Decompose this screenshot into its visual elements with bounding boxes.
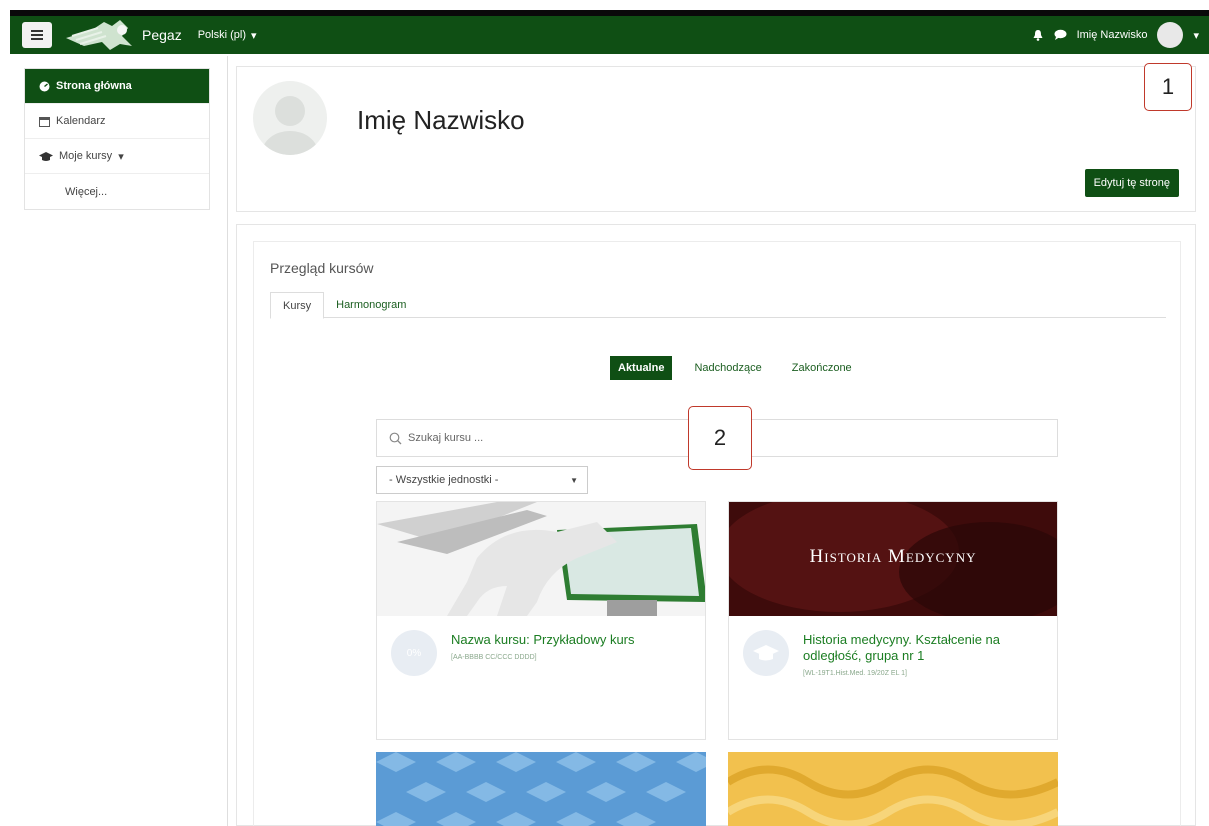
course-image-yellow-pattern[interactable] (728, 752, 1058, 826)
page-title: Imię Nazwisko (357, 105, 525, 135)
course-icon-circle (743, 630, 789, 676)
course-card-body: 0% Nazwa kursu: Przykładowy kurs [AA-BBB… (377, 616, 705, 739)
graduation-cap-icon (39, 151, 53, 161)
sidebar-item-label: Moje kursy (59, 150, 113, 162)
filter-future[interactable]: Nadchodzące (686, 356, 769, 380)
sidebar-item-more[interactable]: Więcej... (25, 174, 209, 209)
filter-past[interactable]: Zakończone (784, 356, 860, 380)
content-divider (227, 56, 228, 826)
sidebar-item-label: Strona główna (56, 80, 132, 92)
caret-down-icon: ▾ (251, 29, 257, 42)
course-card[interactable]: 0% Nazwa kursu: Przykładowy kurs [AA-BBB… (376, 501, 706, 740)
sidebar-item-label: Kalendarz (56, 115, 106, 127)
progress-circle: 0% (391, 630, 437, 676)
user-avatar[interactable] (1157, 22, 1184, 48)
sidebar-item-home[interactable]: Strona główna (25, 69, 209, 104)
hamburger-menu-button[interactable] (22, 22, 52, 48)
course-card[interactable] (376, 752, 706, 826)
search-icon (389, 432, 402, 444)
language-label: Polski (pl) (197, 29, 246, 41)
profile-avatar (253, 81, 327, 155)
filter-in-progress[interactable]: Aktualne (610, 356, 673, 380)
tab-courses[interactable]: Kursy (270, 292, 325, 319)
sidebar-item-label: Więcej... (65, 185, 108, 198)
section-title: Przegląd kursów (270, 260, 374, 276)
course-card[interactable] (728, 752, 1058, 826)
pegasus-illustration (377, 502, 705, 616)
sidebar-nav: Strona główna Kalendarz Moje kursy ▾ Wię… (24, 68, 210, 210)
pegaz-logo[interactable] (62, 16, 140, 54)
course-image-blue-pattern[interactable] (376, 752, 706, 826)
navbar-user-area: Imię Nazwisko ▾ (1032, 16, 1199, 54)
bell-icon[interactable] (1032, 29, 1044, 41)
user-silhouette-icon (262, 96, 318, 155)
callout-2: 2 (688, 406, 752, 470)
course-card[interactable]: Historia Medycyny Historia medycyny. Ksz… (728, 501, 1058, 740)
course-name-link[interactable]: Historia medycyny. Kształcenie na odległ… (803, 632, 1039, 664)
course-overview-card: Przegląd kursów Kursy Harmonogram Aktual… (236, 224, 1196, 826)
dashboard-icon (39, 81, 50, 91)
course-card-body: Historia medycyny. Kształcenie na odległ… (729, 616, 1057, 739)
edit-page-button[interactable]: Edytuj tę stronę (1084, 169, 1179, 197)
course-filter-pills: Aktualne Nadchodzące Zakończone (610, 356, 860, 380)
unit-select-value: - Wszystkie jednostki - (389, 474, 499, 486)
language-selector[interactable]: Polski (pl) ▾ (198, 29, 257, 42)
sidebar-item-my-courses[interactable]: Moje kursy ▾ (25, 139, 209, 174)
callout-1: 1 (1144, 63, 1192, 111)
calendar-icon (39, 116, 50, 127)
caret-down-icon: ▾ (118, 150, 124, 163)
sidebar-item-calendar[interactable]: Kalendarz (25, 104, 209, 139)
course-overview-block: Przegląd kursów Kursy Harmonogram Aktual… (253, 241, 1181, 826)
brand-name[interactable]: Pegaz (142, 27, 182, 43)
page-header-card: Imię Nazwisko Edytuj tę stronę (236, 66, 1196, 212)
user-menu-caret-icon[interactable]: ▾ (1193, 29, 1199, 42)
course-image-pegasus[interactable] (377, 502, 705, 616)
course-code: [AA-BBBB CC/CCC DDDD] (451, 654, 537, 661)
chat-icon[interactable] (1054, 29, 1067, 41)
course-name-link[interactable]: Nazwa kursu: Przykładowy kurs (451, 632, 687, 648)
course-banner-title: Historia Medycyny (809, 546, 977, 567)
tab-timeline[interactable]: Harmonogram (324, 292, 418, 318)
user-menu-name[interactable]: Imię Nazwisko (1077, 29, 1148, 41)
graduation-cap-icon (753, 645, 779, 661)
menu-icon (31, 30, 43, 40)
course-image-history[interactable]: Historia Medycyny (729, 502, 1057, 616)
unit-select[interactable]: - Wszystkie jednostki - ▼ (376, 466, 588, 494)
top-navbar: Pegaz Polski (pl) ▾ Imię Nazwisko ▾ (10, 10, 1209, 54)
course-code: [WL-19T1.Hist.Med. 19/20Z EL 1] (803, 670, 908, 677)
overview-tabs: Kursy Harmonogram (270, 292, 1166, 319)
search-input[interactable]: Szukaj kursu ... (408, 432, 483, 444)
select-caret-icon: ▼ (570, 475, 578, 485)
